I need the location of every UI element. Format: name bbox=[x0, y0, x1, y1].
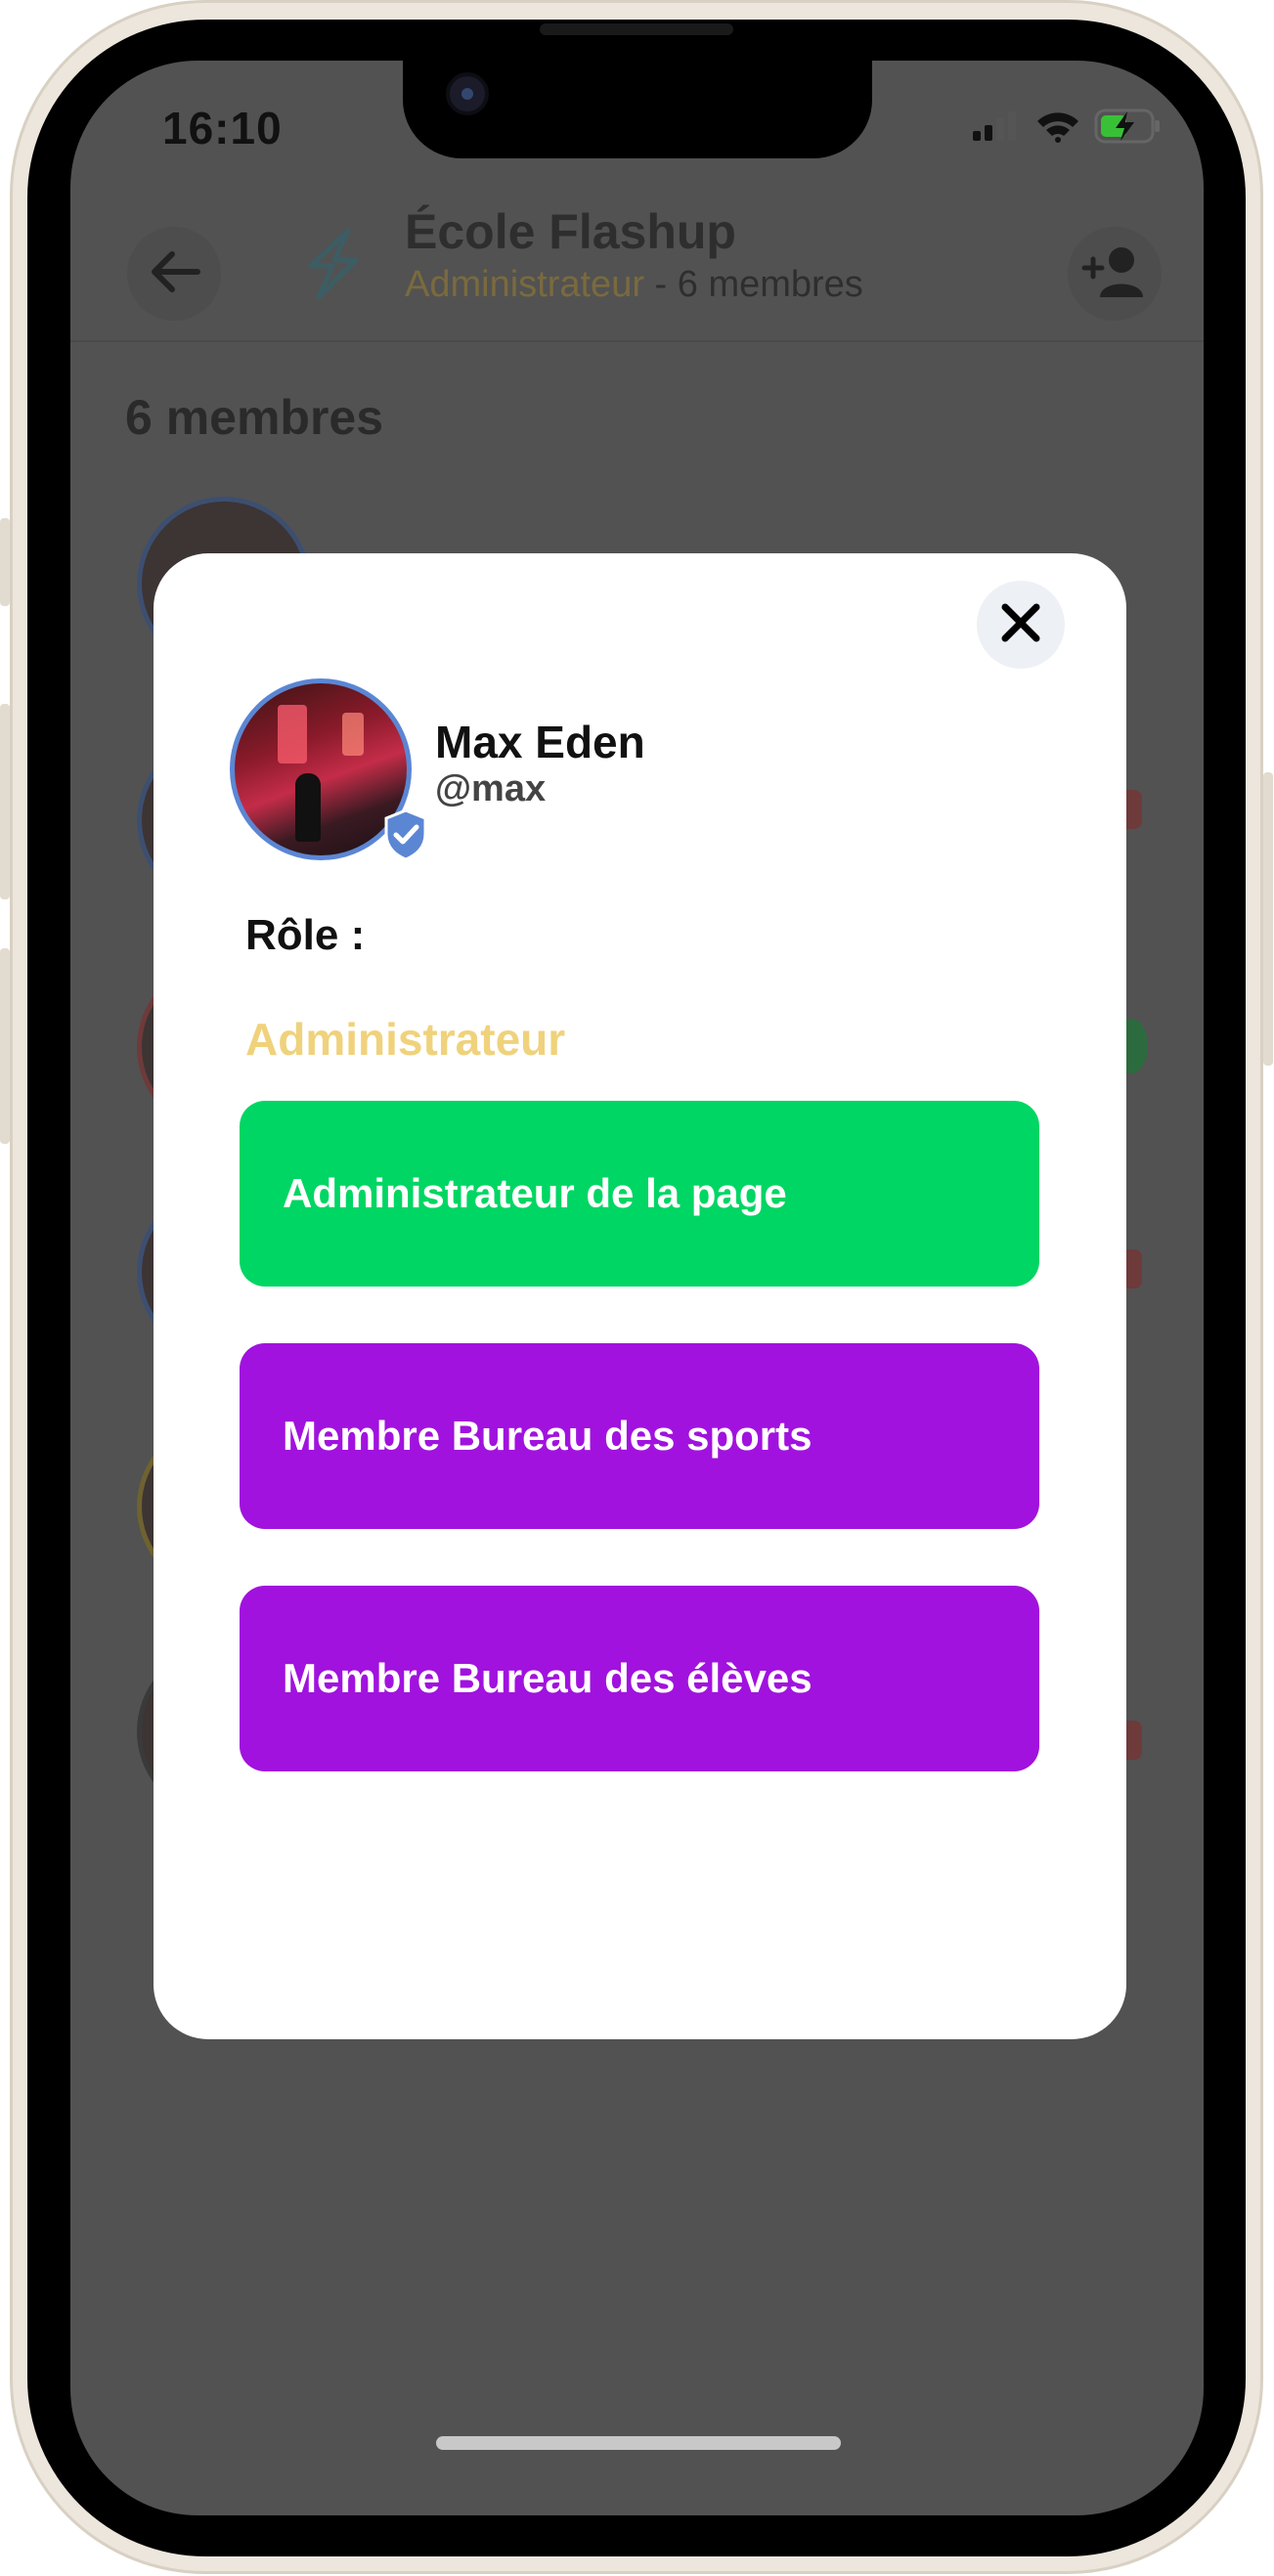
flashup-logo-icon bbox=[293, 223, 373, 308]
members-count: 6 membres bbox=[125, 390, 384, 445]
wifi-icon bbox=[1035, 109, 1080, 148]
battery-charging-icon bbox=[1094, 108, 1163, 150]
close-icon bbox=[1001, 603, 1040, 647]
add-member-button[interactable] bbox=[1068, 227, 1162, 321]
close-button[interactable] bbox=[977, 581, 1065, 669]
add-person-icon bbox=[1080, 242, 1149, 306]
side-button-mute bbox=[0, 518, 10, 606]
header-role: Administrateur bbox=[405, 264, 644, 305]
side-button-volume-up bbox=[0, 704, 10, 899]
speaker-grille bbox=[540, 23, 733, 35]
status-icons bbox=[971, 108, 1163, 150]
role-button-label: Membre Bureau des sports bbox=[283, 1413, 813, 1459]
back-button[interactable] bbox=[127, 227, 221, 321]
front-camera bbox=[446, 72, 489, 115]
role-button-sports-office[interactable]: Membre Bureau des sports bbox=[240, 1343, 1039, 1529]
role-modal: Max Eden @max Rôle : Administrateur Admi… bbox=[154, 553, 1126, 2039]
status-time: 16:10 bbox=[162, 103, 283, 153]
role-label: Rôle : bbox=[245, 911, 366, 959]
current-role: Administrateur bbox=[245, 1014, 566, 1065]
side-button-volume-down bbox=[0, 948, 10, 1144]
page-title: École Flashup bbox=[405, 204, 736, 259]
arrow-left-icon bbox=[147, 248, 201, 300]
home-indicator[interactable] bbox=[436, 2436, 841, 2450]
page-subtitle: Administrateur - 6 membres bbox=[405, 264, 863, 306]
side-button-power bbox=[1263, 772, 1273, 1066]
role-button-admin[interactable]: Administrateur de la page bbox=[240, 1101, 1039, 1287]
verified-badge-icon bbox=[380, 808, 431, 862]
top-bar: École Flashup Administrateur - 6 membres bbox=[70, 197, 1204, 342]
user-name: Max Eden bbox=[435, 717, 645, 767]
user-handle: @max bbox=[435, 768, 547, 809]
members-summary: - 6 membres bbox=[643, 264, 863, 305]
role-button-label: Administrateur de la page bbox=[283, 1170, 787, 1216]
role-button-label: Membre Bureau des élèves bbox=[283, 1655, 813, 1701]
screen: 16:10 École Flashup Administrateur - 6 m… bbox=[70, 61, 1204, 2515]
role-button-students-office[interactable]: Membre Bureau des élèves bbox=[240, 1586, 1039, 1771]
signal-icon bbox=[971, 109, 1022, 148]
